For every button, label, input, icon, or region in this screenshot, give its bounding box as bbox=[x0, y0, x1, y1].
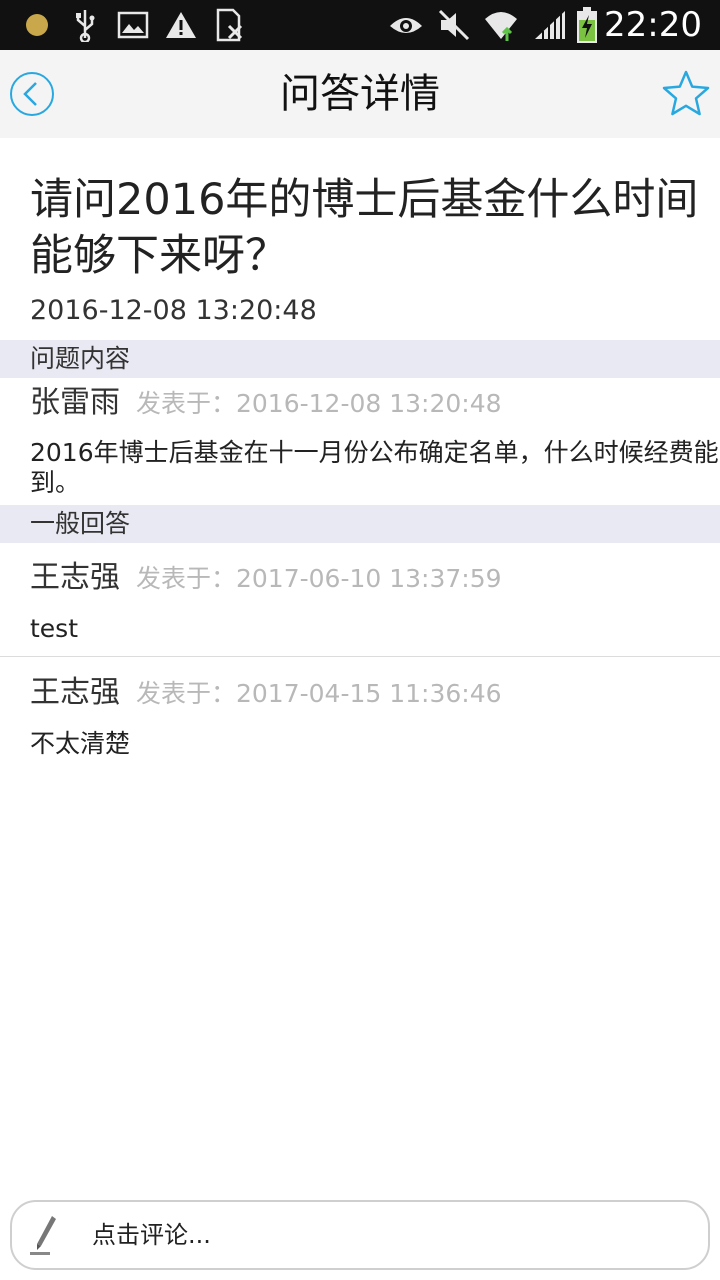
battery-charging-icon bbox=[574, 0, 600, 50]
post-time: 发表于：2017-04-15 11:36:46 bbox=[136, 679, 502, 708]
usb-icon bbox=[72, 0, 98, 50]
answer-author-line: 王志强 发表于：2017-04-15 11:36:46 bbox=[30, 673, 502, 713]
wifi-icon bbox=[482, 0, 520, 50]
divider bbox=[0, 656, 720, 657]
status-bar: 22:20 bbox=[0, 0, 720, 50]
page-title: 问答详情 bbox=[280, 71, 440, 117]
comment-placeholder: 点击评论... bbox=[92, 1221, 211, 1249]
question-content: 2016年博士后基金在十一月份公布确定名单，什么时候经费能到。 bbox=[30, 438, 719, 497]
star-icon bbox=[662, 70, 710, 116]
author-name: 王志强 bbox=[30, 675, 120, 710]
answer-author-line: 王志强 发表于：2017-06-10 13:37:59 bbox=[30, 558, 502, 598]
comment-input[interactable]: 点击评论... bbox=[10, 1200, 710, 1270]
answer-content: test bbox=[30, 614, 79, 643]
favorite-button[interactable] bbox=[660, 68, 712, 120]
app-header: 问答详情 bbox=[0, 50, 720, 138]
signal-icon bbox=[532, 0, 568, 50]
sim-icon bbox=[214, 0, 246, 50]
section-header-question: 问题内容 bbox=[0, 340, 720, 378]
post-time: 发表于：2016-12-08 13:20:48 bbox=[136, 389, 502, 418]
mute-icon bbox=[436, 0, 472, 50]
notification-dot-icon bbox=[22, 0, 52, 50]
question-date: 2016-12-08 13:20:48 bbox=[30, 295, 317, 326]
section-header-answers: 一般回答 bbox=[0, 505, 720, 543]
image-icon bbox=[116, 0, 150, 50]
warning-icon bbox=[163, 0, 199, 50]
question-title: 请问2016年的博士后基金什么时间能够下来呀？ bbox=[30, 175, 699, 281]
author-name: 张雷雨 bbox=[30, 385, 120, 420]
author-name: 王志强 bbox=[30, 560, 120, 595]
post-time: 发表于：2017-06-10 13:37:59 bbox=[136, 564, 502, 593]
pen-icon bbox=[30, 1216, 56, 1255]
eye-icon bbox=[388, 0, 424, 50]
question-author-line: 张雷雨 发表于：2016-12-08 13:20:48 bbox=[30, 383, 502, 423]
answer-content: 不太清楚 bbox=[30, 729, 131, 758]
status-time: 22:20 bbox=[604, 5, 702, 45]
